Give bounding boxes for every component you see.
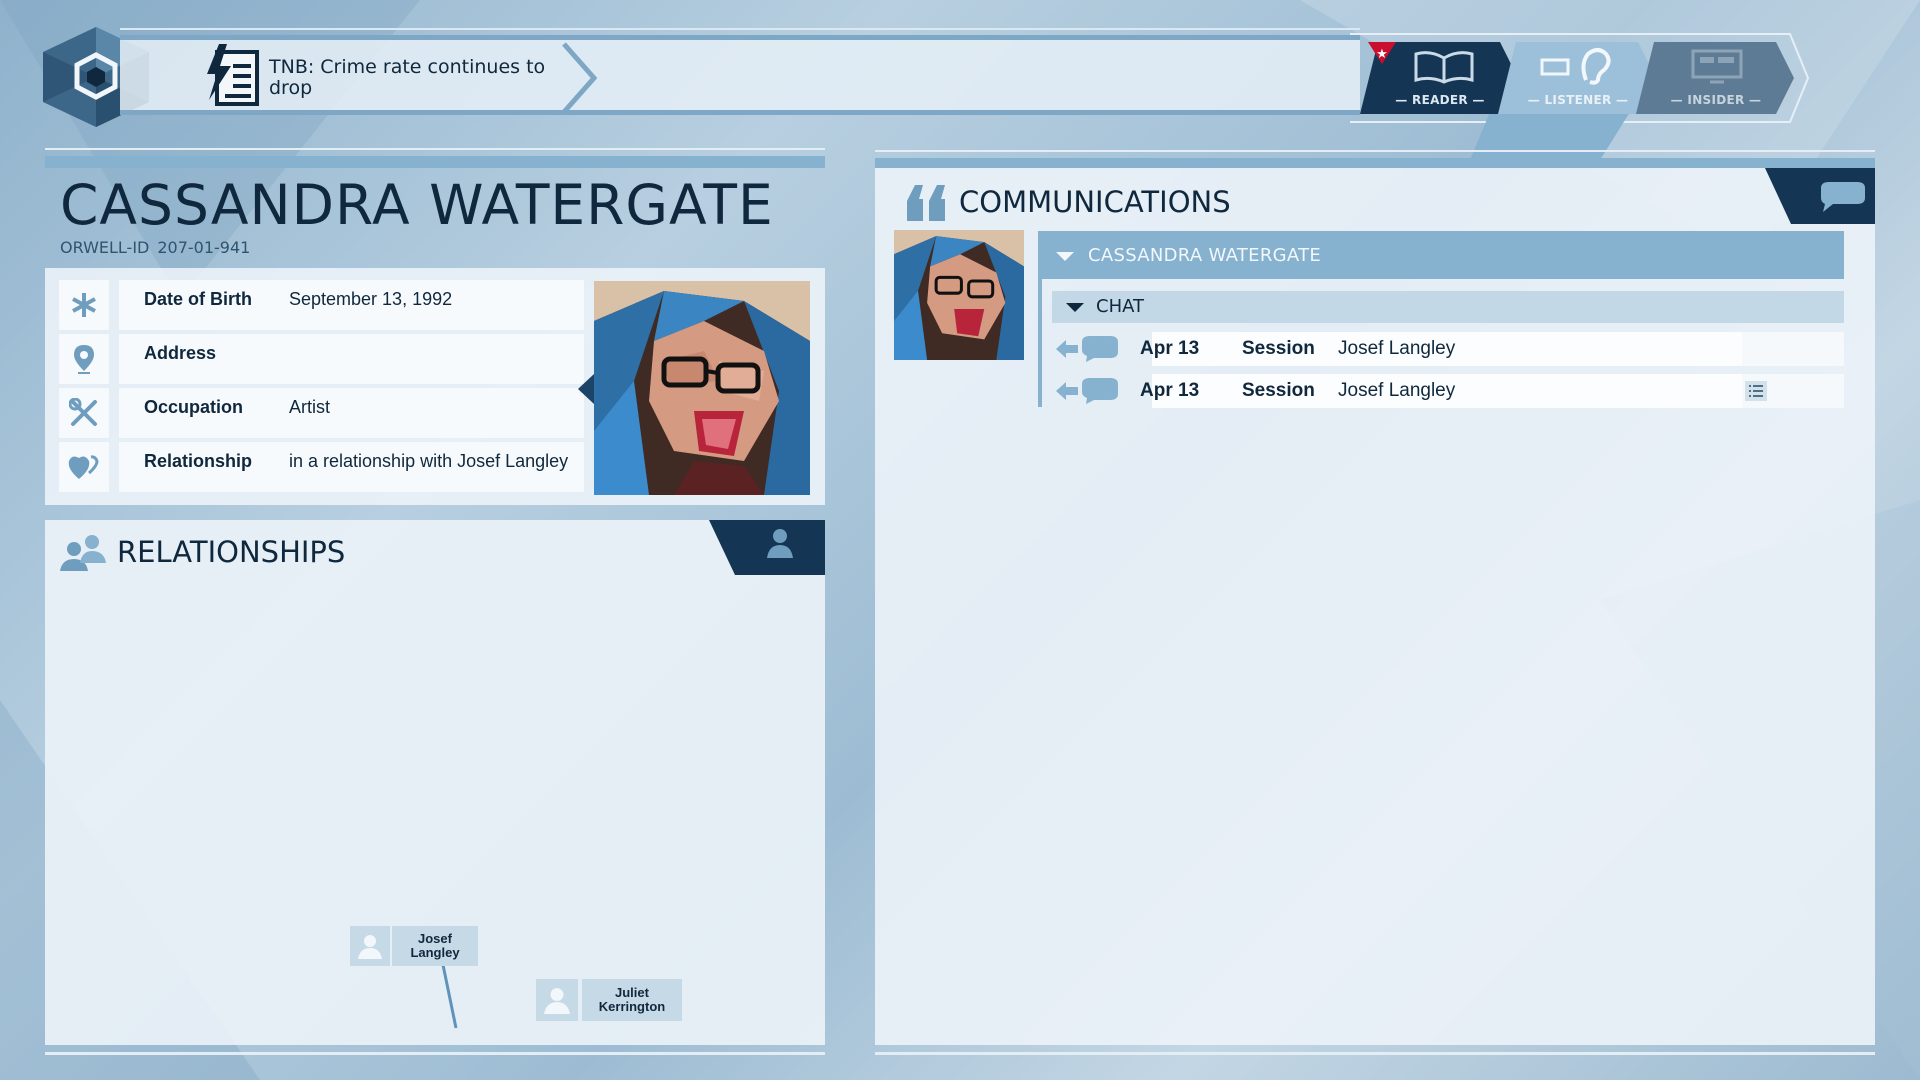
communications-corner-tab[interactable] xyxy=(1765,168,1875,224)
info-value: in a relationship with Josef Langley xyxy=(289,451,569,471)
relationships-title: RELATIONSHIPS xyxy=(117,535,346,569)
relationship-node-josef[interactable]: Josef Langley xyxy=(392,926,478,966)
message-date: Apr 13 xyxy=(1140,338,1200,359)
listener-tab-connector xyxy=(1470,112,1630,160)
role-label-listener: — LISTENER — xyxy=(1527,93,1629,107)
divider xyxy=(875,150,1875,152)
ear-icon xyxy=(1540,48,1611,85)
thread-rule xyxy=(1038,279,1042,407)
people-icon xyxy=(60,535,106,571)
message-contact: Josef Langley xyxy=(1338,338,1456,359)
divider xyxy=(45,148,825,150)
message-date: Apr 13 xyxy=(1140,380,1200,401)
caret-down-icon xyxy=(1056,252,1074,261)
heart-icon xyxy=(59,442,109,492)
orwell-id-value: 207-01-941 xyxy=(157,238,251,257)
message-contact: Josef Langley xyxy=(1338,380,1456,401)
avatar[interactable] xyxy=(536,979,578,1021)
relationship-link-line xyxy=(440,960,458,1029)
info-row-dob[interactable]: Date of Birth September 13, 1992 xyxy=(59,280,629,330)
chat-group-label: CHAT xyxy=(1096,296,1145,317)
asterisk-icon xyxy=(59,280,109,330)
role-tab-insider[interactable]: — INSIDER — xyxy=(1636,42,1796,114)
profile-portrait[interactable] xyxy=(594,281,810,495)
info-value: September 13, 1992 xyxy=(289,289,453,309)
person-icon xyxy=(358,935,382,959)
person-icon xyxy=(544,988,570,1014)
info-key: Date of Birth xyxy=(144,289,252,309)
communications-header-bar xyxy=(875,158,1875,168)
relationships-corner-tab[interactable] xyxy=(709,520,825,575)
info-key: Relationship xyxy=(144,451,253,471)
svg-text:★: ★ xyxy=(1376,47,1388,62)
thread-name: CASSANDRA WATERGATE xyxy=(1088,245,1322,266)
role-tab-reader[interactable]: ★ — READER — xyxy=(1360,42,1520,114)
incoming-chat-icon xyxy=(1056,378,1118,404)
profile-name: CASSANDRA WATERGATE xyxy=(60,173,774,237)
thread-header[interactable]: CASSANDRA WATERGATE xyxy=(1038,231,1844,279)
list-icon[interactable] xyxy=(1745,381,1767,401)
relationships-panel xyxy=(45,520,825,1045)
quote-icon xyxy=(907,185,945,221)
portrait-pointer xyxy=(578,374,594,404)
info-row-address[interactable]: Address xyxy=(59,334,629,384)
monitor-icon xyxy=(1691,49,1743,84)
communications-title: COMMUNICATIONS xyxy=(959,185,1231,219)
divider xyxy=(875,1052,1875,1055)
info-key: Occupation xyxy=(144,397,244,417)
message-type: Session xyxy=(1242,380,1315,401)
news-headline[interactable]: TNB: Crime rate continues to drop xyxy=(269,57,569,99)
avatar[interactable] xyxy=(350,926,390,966)
info-value: Artist xyxy=(289,397,331,417)
message-row[interactable]: Apr 13 Session Josef Langley xyxy=(1052,374,1844,408)
chat-group-header[interactable]: CHAT xyxy=(1052,291,1844,323)
divider xyxy=(45,1052,825,1055)
orwell-id: ORWELL-ID 207-01-941 xyxy=(60,238,258,257)
relationship-node-juliet[interactable]: Juliet Kerrington xyxy=(582,979,682,1021)
orwell-id-label: ORWELL-ID xyxy=(60,238,150,257)
caret-down-icon xyxy=(1066,303,1084,312)
role-label-insider: — INSIDER — xyxy=(1670,93,1762,107)
role-label-reader: — READER — xyxy=(1395,93,1485,107)
thread-avatar[interactable] xyxy=(894,230,1024,360)
role-tab-listener[interactable]: — LISTENER — xyxy=(1498,42,1658,114)
info-row-occupation[interactable]: Occupation Artist xyxy=(59,388,629,438)
info-key: Address xyxy=(144,343,217,363)
open-book-icon xyxy=(1414,51,1474,84)
message-type: Session xyxy=(1242,338,1315,359)
tools-icon xyxy=(59,388,109,438)
incoming-chat-icon xyxy=(1056,336,1118,362)
message-row[interactable]: Apr 13 Session Josef Langley xyxy=(1052,332,1844,366)
location-pin-icon xyxy=(59,334,109,384)
profile-header-bar xyxy=(45,156,825,168)
info-row-relationship[interactable]: Relationship in a relationship with Jose… xyxy=(59,442,629,492)
news-flash-icon xyxy=(207,44,259,106)
